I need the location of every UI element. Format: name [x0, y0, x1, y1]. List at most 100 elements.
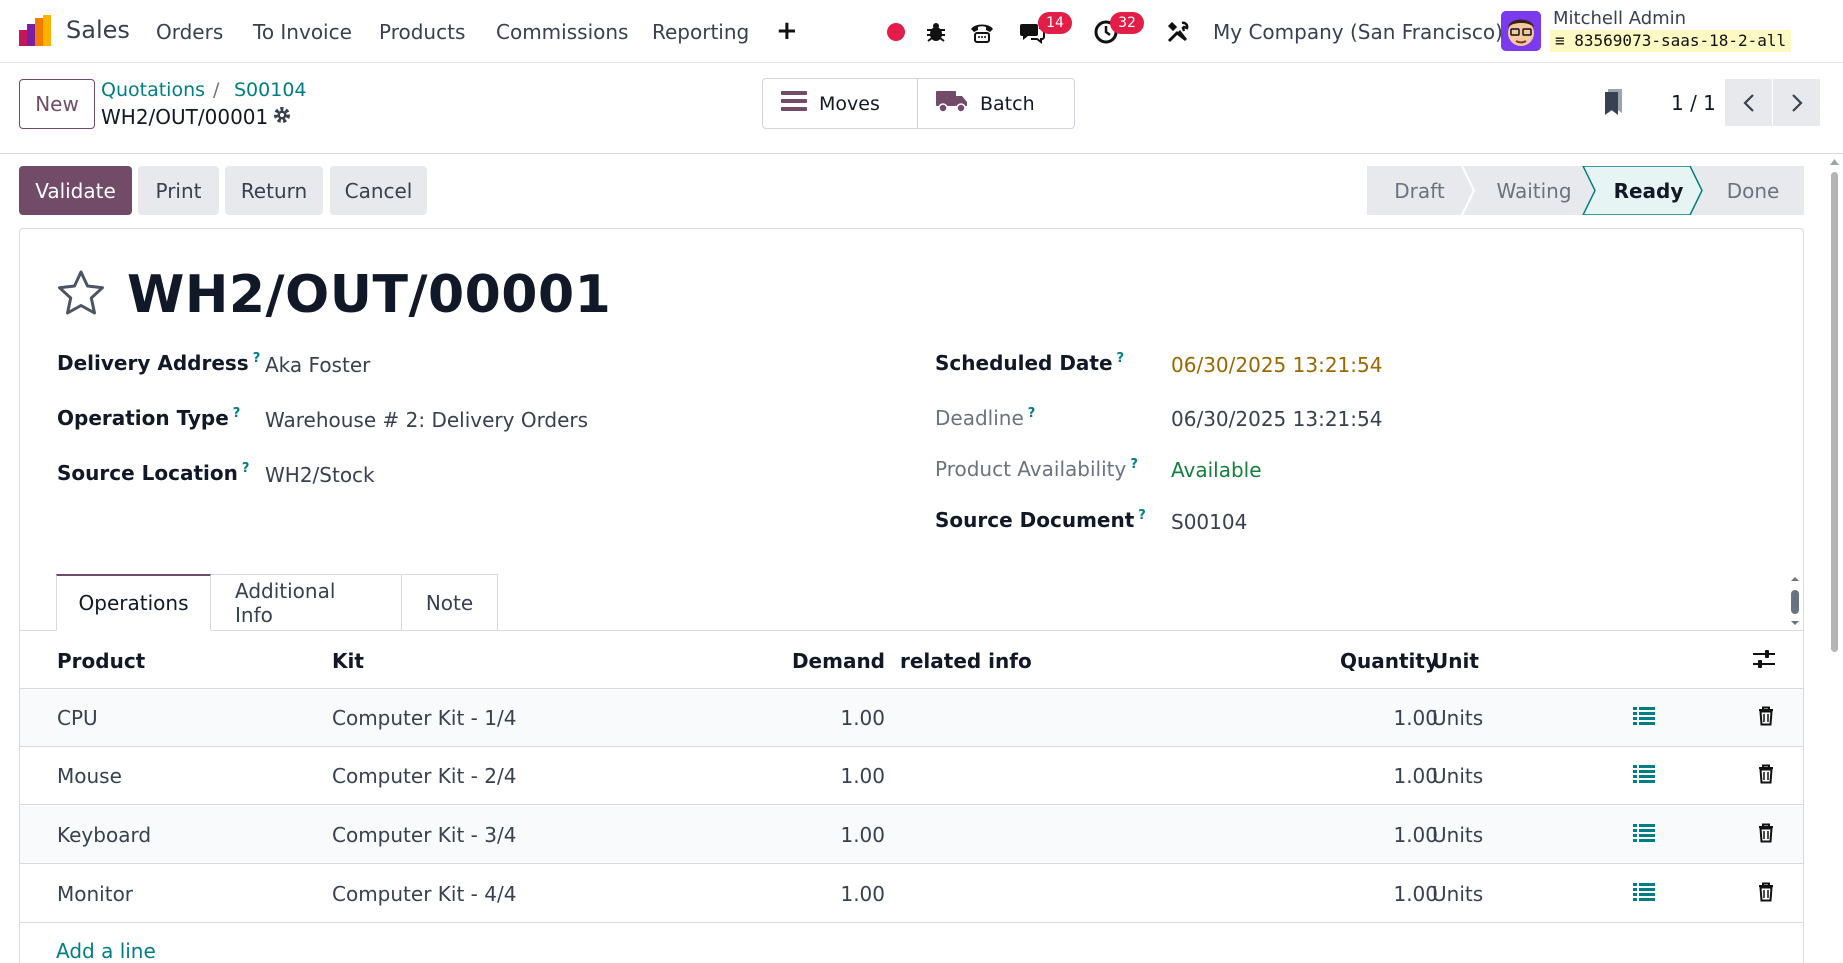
row-quantity[interactable]: 1.00: [1220, 882, 1438, 906]
trash-icon[interactable]: [1758, 764, 1774, 789]
column-related-info[interactable]: related info: [900, 649, 1032, 673]
row-unit: Units: [1432, 764, 1484, 788]
breadcrumb-quotations[interactable]: Quotations: [101, 79, 205, 101]
column-unit[interactable]: Unit: [1432, 649, 1479, 673]
pager-previous-button[interactable]: [1725, 79, 1772, 126]
pager-value[interactable]: 1 / 1: [1671, 91, 1716, 115]
help-icon[interactable]: ?: [1028, 406, 1036, 421]
menu-commissions[interactable]: Commissions: [496, 20, 628, 44]
row-product[interactable]: Mouse: [57, 764, 122, 788]
delivery-address-value[interactable]: Aka Foster: [265, 353, 370, 377]
tab-note[interactable]: Note: [402, 574, 498, 631]
pager-next-button[interactable]: [1773, 79, 1820, 126]
bookmark-icon[interactable]: [1604, 89, 1624, 120]
table-row[interactable]: Keyboard Computer Kit - 3/4 1.00 1.00 Un…: [20, 806, 1803, 864]
page-scrollbar-thumb[interactable]: [1831, 172, 1838, 652]
column-kit[interactable]: Kit: [332, 649, 364, 673]
messages-badge: 14: [1038, 12, 1072, 34]
database-icon: ≡: [1555, 31, 1575, 50]
row-unit: Units: [1432, 706, 1484, 730]
table-row[interactable]: Monitor Computer Kit - 4/4 1.00 1.00 Uni…: [20, 865, 1803, 923]
breadcrumb-sale-order[interactable]: S00104: [234, 79, 307, 101]
row-product[interactable]: CPU: [57, 706, 98, 730]
gear-icon[interactable]: [272, 105, 292, 130]
tools-icon[interactable]: [1164, 18, 1192, 46]
row-quantity[interactable]: 1.00: [1220, 823, 1438, 847]
tab-additional-info[interactable]: Additional Info: [211, 574, 402, 631]
moves-smart-button[interactable]: Moves: [763, 79, 917, 128]
row-product[interactable]: Monitor: [57, 882, 133, 906]
row-demand: 1.00: [840, 706, 885, 730]
help-icon[interactable]: ?: [233, 406, 241, 421]
batch-smart-button[interactable]: Batch: [917, 79, 1074, 128]
truck-icon: [936, 89, 968, 118]
row-kit: Computer Kit - 1/4: [332, 706, 517, 730]
row-quantity[interactable]: 1.00: [1220, 706, 1438, 730]
help-icon[interactable]: ?: [242, 461, 250, 476]
column-settings-icon[interactable]: [1753, 649, 1775, 674]
table-scrollbar[interactable]: [1786, 575, 1804, 627]
smart-buttons: Moves Batch: [762, 78, 1075, 129]
stage-ready[interactable]: Ready: [1595, 166, 1702, 215]
cancel-button[interactable]: Cancel: [330, 166, 427, 215]
column-quantity[interactable]: Quantity: [1220, 649, 1438, 673]
row-demand: 1.00: [840, 823, 885, 847]
menu-products[interactable]: Products: [379, 20, 465, 44]
help-icon[interactable]: ?: [253, 351, 261, 366]
star-icon[interactable]: [56, 269, 106, 322]
column-product[interactable]: Product: [57, 649, 145, 673]
details-list-icon[interactable]: [1633, 764, 1655, 789]
bug-icon[interactable]: [922, 18, 950, 46]
table-row[interactable]: CPU Computer Kit - 1/4 1.00 1.00 Units: [20, 689, 1803, 747]
user-name[interactable]: Mitchell Admin: [1553, 8, 1686, 29]
column-demand[interactable]: Demand: [720, 649, 885, 673]
menu-orders[interactable]: Orders: [156, 20, 223, 44]
breadcrumb-separator: /: [213, 79, 220, 101]
row-demand: 1.00: [840, 764, 885, 788]
top-navbar: Sales Orders To Invoice Products Commiss…: [0, 0, 1843, 63]
source-location-value[interactable]: WH2/Stock: [265, 463, 375, 487]
row-kit: Computer Kit - 3/4: [332, 823, 517, 847]
record-name: WH2/OUT/00001: [101, 105, 269, 129]
details-list-icon[interactable]: [1633, 706, 1655, 731]
company-switcher[interactable]: My Company (San Francisco): [1213, 20, 1503, 44]
database-tag: ≡ 83569073-saas-18-2-all: [1550, 30, 1792, 52]
page-scrollbar[interactable]: [1826, 156, 1843, 963]
menu-reporting[interactable]: Reporting: [652, 20, 749, 44]
tab-operations[interactable]: Operations: [56, 574, 211, 631]
trash-icon[interactable]: [1758, 882, 1774, 907]
row-product[interactable]: Keyboard: [57, 823, 151, 847]
table-row[interactable]: Mouse Computer Kit - 2/4 1.00 1.00 Units: [20, 747, 1803, 805]
source-document-value[interactable]: S00104: [1171, 510, 1247, 534]
add-line-link[interactable]: Add a line: [56, 939, 156, 963]
new-button[interactable]: New: [19, 79, 95, 129]
moves-label: Moves: [819, 92, 880, 115]
row-unit: Units: [1432, 823, 1484, 847]
help-icon[interactable]: ?: [1130, 457, 1138, 472]
trash-icon[interactable]: [1758, 706, 1774, 731]
operation-type-value[interactable]: Warehouse # 2: Delivery Orders: [265, 408, 588, 432]
stage-done[interactable]: Done: [1702, 166, 1804, 215]
sales-app-logo-icon[interactable]: [18, 14, 52, 48]
menu-to-invoice[interactable]: To Invoice: [253, 20, 352, 44]
phone-icon[interactable]: [968, 18, 996, 46]
scheduled-date-value[interactable]: 06/30/2025 13:21:54: [1171, 353, 1382, 377]
trash-icon[interactable]: [1758, 823, 1774, 848]
row-kit: Computer Kit - 4/4: [332, 882, 517, 906]
user-avatar[interactable]: [1501, 11, 1541, 51]
stage-draft[interactable]: Draft: [1367, 166, 1472, 215]
pager-buttons: [1725, 79, 1820, 126]
help-icon[interactable]: ?: [1117, 351, 1125, 366]
details-list-icon[interactable]: [1633, 882, 1655, 907]
return-button[interactable]: Return: [225, 166, 323, 215]
help-icon[interactable]: ?: [1138, 508, 1146, 523]
plus-icon[interactable]: +: [776, 16, 798, 46]
stage-waiting[interactable]: Waiting: [1474, 166, 1594, 215]
details-list-icon[interactable]: [1633, 823, 1655, 848]
app-name[interactable]: Sales: [66, 16, 130, 44]
validate-button[interactable]: Validate: [19, 166, 132, 215]
operation-type-label: Operation Type?: [57, 406, 241, 430]
row-quantity[interactable]: 1.00: [1220, 764, 1438, 788]
print-button[interactable]: Print: [138, 166, 219, 215]
record-dot-icon[interactable]: [882, 18, 910, 46]
